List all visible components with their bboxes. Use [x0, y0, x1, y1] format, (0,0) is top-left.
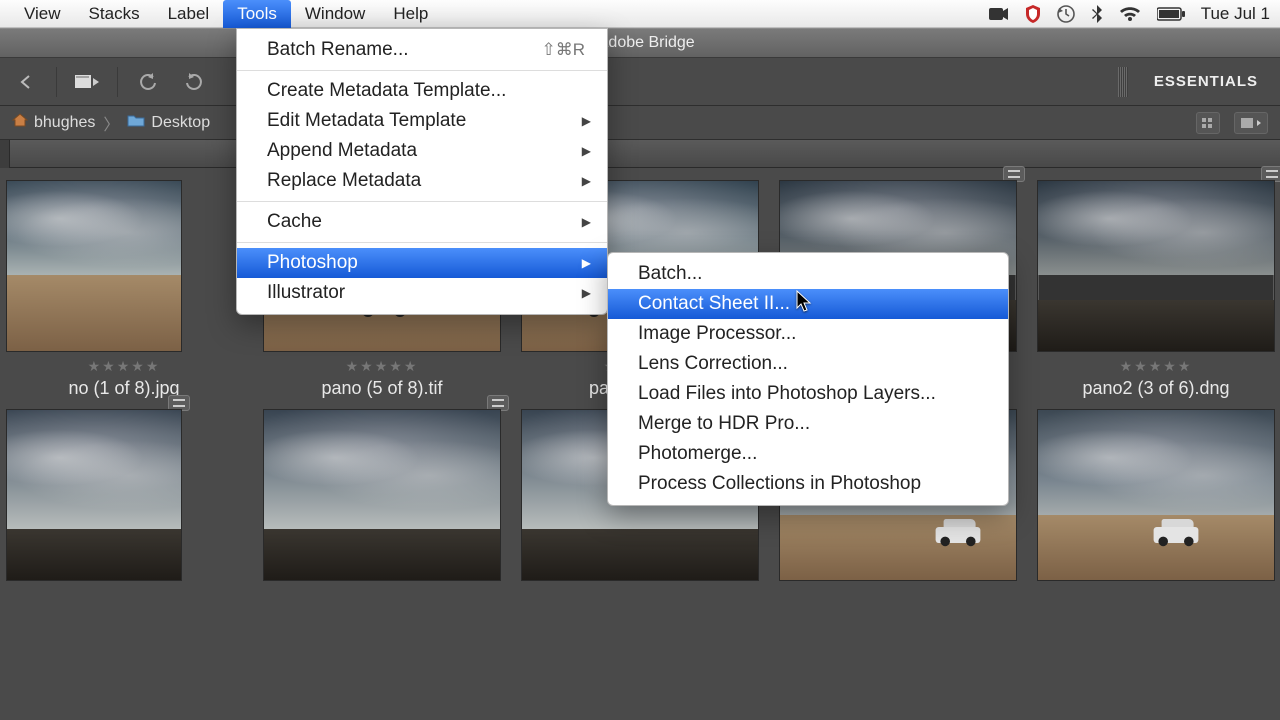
filter-grid-button[interactable] — [1196, 112, 1220, 134]
menu-shortcut: ⇧⌘R — [541, 40, 585, 60]
menu-item-cache[interactable]: Cache — [237, 207, 607, 237]
menu-item-edit-metadata[interactable]: Edit Metadata Template — [237, 106, 607, 136]
folder-icon — [127, 113, 145, 132]
submenu-item-lens-correction[interactable]: Lens Correction... — [608, 349, 1008, 379]
bluetooth-icon[interactable] — [1091, 5, 1103, 23]
menu-item-label: Merge to HDR Pro... — [638, 413, 810, 434]
submenu-item-load-layers[interactable]: Load Files into Photoshop Layers... — [608, 379, 1008, 409]
thumbnail-cell[interactable]: ★★★★★ pano2 (3 of 6).dng — [1032, 180, 1280, 399]
menu-stacks[interactable]: Stacks — [75, 0, 154, 28]
submenu-item-photomerge[interactable]: Photomerge... — [608, 439, 1008, 469]
toolbar-separator — [117, 67, 118, 97]
thumbnail-image — [1037, 409, 1275, 581]
shield-icon[interactable] — [1025, 5, 1041, 23]
thumbnail-image — [6, 180, 182, 352]
menubar-left: View Stacks Label Tools Window Help — [10, 0, 442, 28]
thumbnail-cell[interactable] — [1032, 409, 1280, 581]
menu-tools[interactable]: Tools — [223, 0, 291, 28]
rotate-ccw-button[interactable] — [132, 68, 164, 96]
menu-item-label: Create Metadata Template... — [267, 80, 506, 102]
thumbnail-image — [1037, 180, 1275, 352]
submenu-item-process-collections[interactable]: Process Collections in Photoshop — [608, 469, 1008, 499]
tools-menu-dropdown: Batch Rename... ⇧⌘R Create Metadata Temp… — [236, 28, 608, 315]
chevron-right-icon: 〉 — [101, 111, 121, 135]
thumbnail-cell[interactable] — [0, 409, 248, 581]
rotate-cw-button[interactable] — [178, 68, 210, 96]
timemachine-icon[interactable] — [1057, 5, 1075, 23]
toolbar-grip[interactable] — [1118, 67, 1128, 97]
rating-stars[interactable]: ★★★★★ — [88, 358, 161, 372]
menu-separator — [237, 201, 607, 202]
facetime-icon[interactable] — [989, 7, 1009, 21]
submenu-item-batch[interactable]: Batch... — [608, 259, 1008, 289]
mac-menubar: View Stacks Label Tools Window Help Tue … — [0, 0, 1280, 28]
view-options-button[interactable] — [1234, 112, 1268, 134]
menu-item-label: Image Processor... — [638, 323, 796, 344]
menu-item-replace-metadata[interactable]: Replace Metadata — [237, 166, 607, 196]
crumb-text: Desktop — [151, 114, 210, 132]
battery-icon[interactable] — [1157, 7, 1185, 21]
menu-view[interactable]: View — [10, 0, 75, 28]
menu-item-label: Process Collections in Photoshop — [638, 473, 921, 494]
menu-item-illustrator[interactable]: Illustrator — [237, 278, 607, 308]
thumbnail-filename: pano (5 of 8).tif — [321, 378, 442, 399]
menu-item-label: Edit Metadata Template — [267, 110, 466, 132]
menu-item-label: Illustrator — [267, 282, 345, 304]
menu-item-label: Contact Sheet II... — [638, 293, 790, 314]
mouse-cursor-icon — [796, 290, 814, 319]
rating-stars[interactable]: ★★★★★ — [346, 358, 419, 372]
submenu-item-image-processor[interactable]: Image Processor... — [608, 319, 1008, 349]
menu-item-label: Cache — [267, 211, 322, 233]
menubar-right: Tue Jul 1 — [989, 4, 1270, 24]
menu-item-batch-rename[interactable]: Batch Rename... ⇧⌘R — [237, 35, 607, 65]
menu-item-create-metadata[interactable]: Create Metadata Template... — [237, 76, 607, 106]
wifi-icon[interactable] — [1119, 6, 1141, 22]
menu-item-label: Replace Metadata — [267, 170, 421, 192]
menu-help[interactable]: Help — [379, 0, 442, 28]
thumbnail-image — [6, 409, 182, 581]
menu-item-label: Photoshop — [267, 252, 358, 274]
toolbar-separator — [56, 67, 57, 97]
thumbnail-cell[interactable] — [258, 409, 506, 581]
menu-item-label: Append Metadata — [267, 140, 417, 162]
menu-label[interactable]: Label — [154, 0, 224, 28]
rating-stars[interactable]: ★★★★★ — [1120, 358, 1193, 372]
thumbnail-image — [263, 409, 501, 581]
menu-window[interactable]: Window — [291, 0, 379, 28]
menu-item-photoshop[interactable]: Photoshop — [237, 248, 607, 278]
menu-item-label: Batch Rename... — [267, 39, 409, 61]
thumbnail-filename: pano2 (3 of 6).dng — [1082, 378, 1229, 399]
thumbnail-cell[interactable]: ★★★★★ no (1 of 8).jpg — [0, 180, 248, 399]
menu-item-label: Photomerge... — [638, 443, 757, 464]
panel-subbar — [0, 140, 1280, 168]
submenu-item-merge-hdr[interactable]: Merge to HDR Pro... — [608, 409, 1008, 439]
reveal-button[interactable] — [71, 68, 103, 96]
menu-separator — [237, 70, 607, 71]
back-button[interactable] — [10, 68, 42, 96]
menu-item-label: Lens Correction... — [638, 353, 788, 374]
breadcrumb[interactable]: bhughes 〉 Desktop — [12, 111, 210, 135]
toolbar: ESSENTIALS — [0, 58, 1280, 106]
menu-separator — [237, 242, 607, 243]
menu-item-append-metadata[interactable]: Append Metadata — [237, 136, 607, 166]
workspace-label[interactable]: ESSENTIALS — [1154, 73, 1270, 90]
menu-item-label: Load Files into Photoshop Layers... — [638, 383, 936, 404]
window-titlebar: – Adobe Bridge — [0, 28, 1280, 58]
home-icon — [12, 113, 28, 132]
path-bar: bhughes 〉 Desktop — [0, 106, 1280, 140]
crumb-text: bhughes — [34, 114, 95, 132]
menu-item-label: Batch... — [638, 263, 702, 284]
thumbnail-filename: no (1 of 8).jpg — [68, 378, 179, 399]
menubar-clock[interactable]: Tue Jul 1 — [1201, 4, 1270, 24]
